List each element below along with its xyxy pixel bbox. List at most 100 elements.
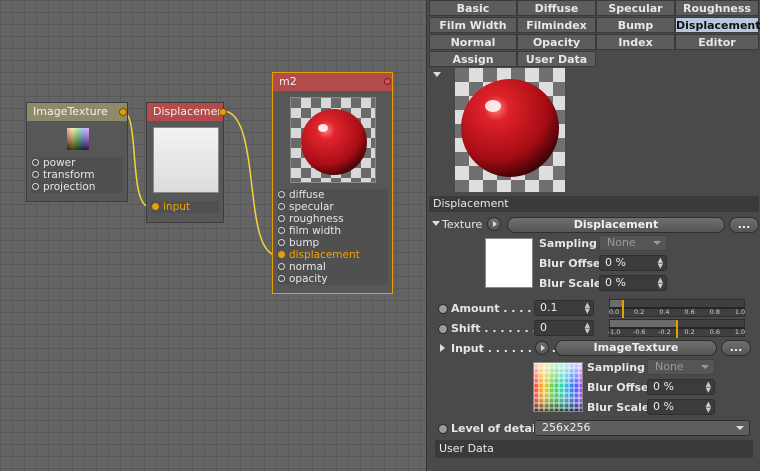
param-port[interactable] bbox=[278, 251, 285, 258]
input-sampling-label: Sampling bbox=[587, 361, 645, 374]
param-port[interactable] bbox=[278, 191, 285, 198]
slider-tick-label: 0.8 bbox=[709, 308, 720, 316]
displacement-node-title[interactable]: Displacement bbox=[147, 103, 223, 121]
spinner-icon[interactable]: ▲ ▼ bbox=[706, 401, 711, 414]
select-value: 256x256 bbox=[542, 421, 591, 434]
input-blur-offset-field[interactable]: 0 % ▲ ▼ bbox=[647, 379, 715, 395]
select-value: None bbox=[607, 236, 636, 249]
tab-bump[interactable]: Bump bbox=[596, 17, 675, 33]
displacement-output-port[interactable] bbox=[219, 108, 227, 116]
texture-label: Texture bbox=[442, 218, 483, 231]
imagetexture-node-title[interactable]: ImageTexture bbox=[27, 103, 127, 121]
material-param-list: diffuse specular roughness film width bu… bbox=[273, 189, 392, 285]
displacement-param-input[interactable]: input bbox=[151, 201, 219, 213]
material-param-specular[interactable]: specular bbox=[277, 201, 388, 213]
field-value: 0 % bbox=[605, 276, 626, 289]
tab-basic[interactable]: Basic bbox=[429, 0, 517, 16]
displacement-section-header[interactable]: Displacement bbox=[429, 196, 759, 212]
spinner-icon[interactable]: ▲ ▼ bbox=[658, 277, 663, 290]
attribute-panel: Basic Diffuse Specular Roughness Film Wi… bbox=[426, 0, 760, 471]
param-port[interactable] bbox=[278, 275, 285, 282]
param-label: transform bbox=[43, 169, 95, 181]
input-blur-scale-field[interactable]: 0 % ▲ ▼ bbox=[647, 399, 715, 415]
material-param-film-width[interactable]: film width bbox=[277, 225, 388, 237]
node-graph[interactable]: ImageTexture power transform projection bbox=[0, 0, 426, 471]
imagetexture-param-transform[interactable]: transform bbox=[31, 169, 123, 181]
texture-blur-scale-label: Blur Scale bbox=[539, 277, 602, 290]
texture-more-button[interactable]: ... bbox=[729, 217, 759, 233]
param-port[interactable] bbox=[32, 183, 39, 190]
material-node-m2[interactable]: m2 diffuse specular roughness film width… bbox=[272, 72, 393, 294]
amount-slider[interactable]: 0.0 0.2 0.4 0.6 0.8 1.0 bbox=[608, 299, 745, 318]
texture-source-button[interactable]: Displacement bbox=[507, 217, 725, 233]
spinner-icon[interactable]: ▲ ▼ bbox=[585, 302, 590, 315]
tab-user-data[interactable]: User Data bbox=[517, 51, 596, 67]
texture-link-button[interactable] bbox=[487, 217, 501, 231]
param-port[interactable] bbox=[32, 171, 39, 178]
imagetexture-param-power[interactable]: power bbox=[31, 157, 123, 169]
amount-animate-toggle[interactable] bbox=[438, 304, 448, 314]
input-expand-arrow[interactable] bbox=[440, 344, 445, 352]
tab-index[interactable]: Index bbox=[596, 34, 675, 50]
level-of-details-animate-toggle[interactable] bbox=[438, 424, 448, 434]
slider-tick-label: 0.0 bbox=[608, 308, 620, 316]
chevron-down-icon bbox=[653, 241, 661, 245]
material-param-displacement[interactable]: displacement bbox=[277, 249, 388, 261]
input-more-button[interactable]: ... bbox=[721, 340, 751, 356]
tab-editor[interactable]: Editor bbox=[675, 34, 759, 50]
input-source-button[interactable]: ImageTexture bbox=[555, 340, 717, 356]
level-of-details-select[interactable]: 256x256 bbox=[534, 420, 750, 436]
param-label: opacity bbox=[289, 273, 328, 285]
tab-diffuse[interactable]: Diffuse bbox=[517, 0, 596, 16]
param-port[interactable] bbox=[278, 239, 285, 246]
material-param-bump[interactable]: bump bbox=[277, 237, 388, 249]
tab-filmindex[interactable]: Filmindex bbox=[517, 17, 596, 33]
input-sampling-select[interactable]: None bbox=[647, 359, 715, 375]
field-value: 0 % bbox=[605, 256, 626, 269]
param-port[interactable] bbox=[32, 159, 39, 166]
param-label: roughness bbox=[289, 213, 344, 225]
user-data-section-header[interactable]: User Data bbox=[435, 440, 753, 458]
param-port[interactable] bbox=[278, 203, 285, 210]
imagetexture-output-port[interactable] bbox=[119, 108, 127, 116]
texture-expand-arrow[interactable] bbox=[432, 221, 440, 226]
tab-film-width[interactable]: Film Width bbox=[429, 17, 517, 33]
material-param-roughness[interactable]: roughness bbox=[277, 213, 388, 225]
tab-specular[interactable]: Specular bbox=[596, 0, 675, 16]
material-node-title[interactable]: m2 bbox=[273, 73, 392, 91]
param-port[interactable] bbox=[278, 263, 285, 270]
texture-blur-offset-field[interactable]: 0 % ▲ ▼ bbox=[599, 255, 667, 271]
shift-animate-toggle[interactable] bbox=[438, 324, 448, 334]
texture-blur-offset-label: Blur Offset bbox=[539, 257, 606, 270]
displacement-preview bbox=[153, 127, 219, 193]
param-label: power bbox=[43, 157, 76, 169]
slider-tick-label: 0.2 bbox=[684, 328, 695, 336]
param-port[interactable] bbox=[278, 227, 285, 234]
spinner-icon[interactable]: ▲ ▼ bbox=[658, 257, 663, 270]
tab-displacement[interactable]: Displacement bbox=[675, 17, 760, 33]
tab-assign[interactable]: Assign bbox=[429, 51, 517, 67]
shift-field[interactable]: 0 ▲ ▼ bbox=[534, 320, 594, 336]
spinner-icon[interactable]: ▲ ▼ bbox=[585, 322, 590, 335]
material-param-opacity[interactable]: opacity bbox=[277, 273, 388, 285]
material-preview-area bbox=[429, 68, 760, 196]
shift-slider[interactable]: -1.0 -0.6 -0.2 0.2 0.6 1.0 bbox=[608, 319, 745, 338]
texture-blur-scale-field[interactable]: 0 % ▲ ▼ bbox=[599, 275, 667, 291]
material-param-diffuse[interactable]: diffuse bbox=[277, 189, 388, 201]
material-param-normal[interactable]: normal bbox=[277, 261, 388, 273]
amount-field[interactable]: 0.1 ▲ ▼ bbox=[534, 300, 594, 316]
displacement-node[interactable]: Displacement input bbox=[146, 102, 227, 223]
tab-roughness[interactable]: Roughness bbox=[675, 0, 759, 16]
param-port[interactable] bbox=[278, 215, 285, 222]
imagetexture-param-projection[interactable]: projection bbox=[31, 181, 123, 193]
tab-normal[interactable]: Normal bbox=[429, 34, 517, 50]
spinner-icon[interactable]: ▲ ▼ bbox=[706, 381, 711, 394]
input-link-button[interactable] bbox=[535, 341, 549, 355]
param-label: displacement bbox=[289, 249, 360, 261]
tab-opacity[interactable]: Opacity bbox=[517, 34, 596, 50]
param-port[interactable] bbox=[152, 203, 159, 210]
preview-collapse-arrow[interactable] bbox=[433, 72, 441, 77]
imagetexture-node[interactable]: ImageTexture power transform projection bbox=[26, 102, 128, 202]
texture-sampling-select[interactable]: None bbox=[599, 235, 667, 251]
material-output-port[interactable] bbox=[384, 78, 391, 85]
